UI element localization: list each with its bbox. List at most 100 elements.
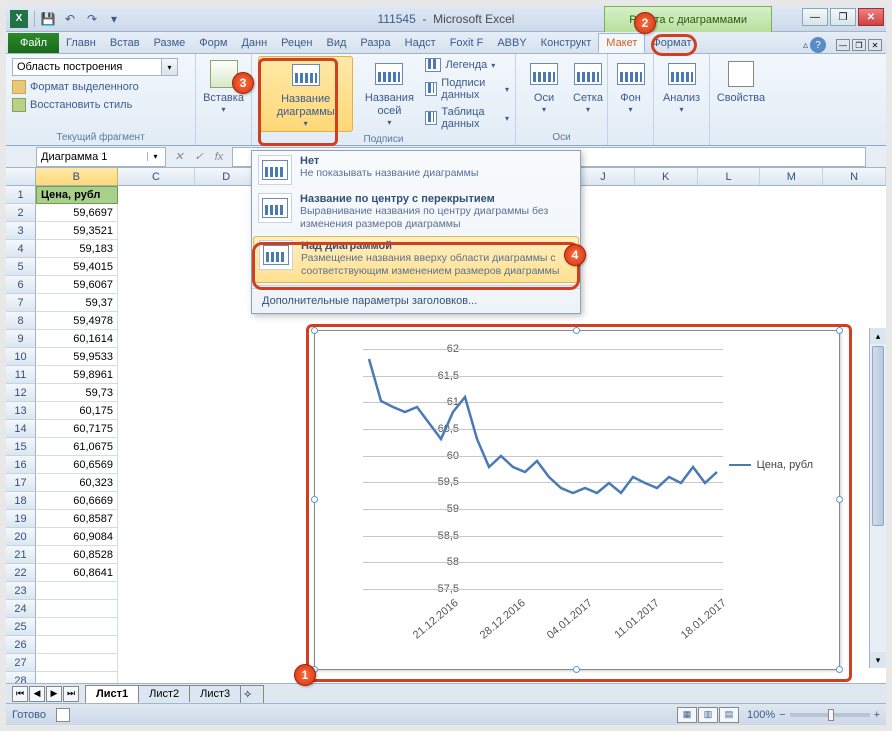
scroll-down-arrow-icon[interactable]: ▾ — [870, 652, 886, 668]
zoom-slider-thumb[interactable] — [828, 709, 834, 721]
cell[interactable]: 59,4015 — [36, 258, 118, 276]
col-header-K[interactable]: K — [635, 168, 698, 185]
cell[interactable] — [36, 600, 118, 618]
row-header[interactable]: 21 — [6, 546, 36, 564]
chart-element-input[interactable] — [12, 58, 162, 76]
row-header[interactable]: 13 — [6, 402, 36, 420]
row-header[interactable]: 24 — [6, 600, 36, 618]
name-box[interactable]: ▾ — [36, 147, 166, 167]
analysis-button[interactable]: Анализ ▾ — [660, 56, 703, 117]
tab-chart-design[interactable]: Конструкт — [534, 33, 599, 53]
chart-element-dropdown-icon[interactable]: ▾ — [162, 58, 178, 76]
zoom-in-button[interactable]: + — [874, 709, 880, 721]
undo-icon[interactable]: ↶ — [61, 10, 79, 28]
row-header[interactable]: 26 — [6, 636, 36, 654]
resize-handle[interactable] — [311, 327, 318, 334]
resize-handle[interactable] — [836, 327, 843, 334]
vertical-scrollbar[interactable]: ▴ ▾ — [869, 328, 886, 668]
wb-close-button[interactable]: ✕ — [868, 39, 882, 51]
sheet-tab-1[interactable]: Лист1 — [85, 685, 139, 704]
enter-formula-icon[interactable]: ✓ — [190, 148, 208, 166]
tab-formulas[interactable]: Форм — [192, 33, 234, 53]
row-header[interactable]: 19 — [6, 510, 36, 528]
dropdown-item-none[interactable]: Нет Не показывать название диаграммы — [252, 151, 580, 189]
new-sheet-button[interactable]: ✧ — [240, 685, 264, 703]
resize-handle[interactable] — [836, 666, 843, 673]
cell[interactable] — [36, 654, 118, 672]
cell[interactable] — [36, 636, 118, 654]
axis-titles-button[interactable]: Названия осей ▾ — [355, 56, 423, 132]
row-header[interactable]: 12 — [6, 384, 36, 402]
minimize-button[interactable]: — — [802, 8, 828, 26]
row-header[interactable]: 11 — [6, 366, 36, 384]
cell[interactable]: 59,6067 — [36, 276, 118, 294]
sheet-nav-prev-icon[interactable]: ◀ — [29, 686, 45, 702]
row-header[interactable]: 17 — [6, 474, 36, 492]
reset-style-button[interactable]: Восстановить стиль — [12, 98, 189, 112]
row-header[interactable]: 3 — [6, 222, 36, 240]
cell[interactable]: 59,37 — [36, 294, 118, 312]
close-button[interactable]: ✕ — [858, 8, 884, 26]
row-header[interactable]: 8 — [6, 312, 36, 330]
embedded-chart[interactable]: 6261,56160,56059,55958,55857,5 21.12.201… — [314, 330, 840, 670]
cell[interactable]: Цена, рубл — [36, 186, 118, 204]
cell[interactable]: 60,8641 — [36, 564, 118, 582]
sheet-tab-2[interactable]: Лист2 — [138, 685, 190, 702]
cell[interactable]: 61,0675 — [36, 438, 118, 456]
background-button[interactable]: Фон ▾ — [614, 56, 647, 117]
sheet-nav-next-icon[interactable]: ▶ — [46, 686, 62, 702]
macro-record-icon[interactable] — [56, 708, 70, 722]
tab-addins[interactable]: Надст — [398, 33, 443, 53]
col-header-D[interactable]: D — [195, 168, 258, 185]
cancel-formula-icon[interactable]: ✕ — [170, 148, 188, 166]
row-header[interactable]: 15 — [6, 438, 36, 456]
row-header[interactable]: 25 — [6, 618, 36, 636]
row-header[interactable]: 4 — [6, 240, 36, 258]
name-box-dropdown-icon[interactable]: ▾ — [147, 152, 163, 161]
resize-handle[interactable] — [836, 496, 843, 503]
col-header-J[interactable]: J — [572, 168, 635, 185]
dropdown-item-centered[interactable]: Название по центру с перекрытием Выравни… — [252, 189, 580, 235]
cell[interactable]: 60,175 — [36, 402, 118, 420]
cell[interactable]: 59,73 — [36, 384, 118, 402]
wb-minimize-button[interactable]: — — [836, 39, 850, 51]
dropdown-more-options[interactable]: Дополнительные параметры заголовков... — [252, 288, 580, 313]
scroll-up-arrow-icon[interactable]: ▴ — [870, 328, 886, 344]
axes-button[interactable]: Оси ▾ — [522, 56, 566, 117]
row-header[interactable]: 23 — [6, 582, 36, 600]
tab-insert[interactable]: Встав — [103, 33, 147, 53]
maximize-button[interactable]: ❐ — [830, 8, 856, 26]
cell[interactable]: 60,8587 — [36, 510, 118, 528]
cell[interactable]: 60,7175 — [36, 420, 118, 438]
qat-customize-icon[interactable]: ▾ — [105, 10, 123, 28]
row-header[interactable]: 1 — [6, 186, 36, 204]
row-header[interactable]: 14 — [6, 420, 36, 438]
view-pagebreak-icon[interactable]: ▤ — [719, 707, 739, 723]
data-labels-button[interactable]: Подписи данных ▾ — [425, 77, 509, 101]
tab-chart-format[interactable]: Формат — [645, 33, 698, 53]
name-box-input[interactable] — [37, 151, 147, 163]
sheet-nav-last-icon[interactable]: ⏭ — [63, 686, 79, 702]
cell[interactable]: 59,4978 — [36, 312, 118, 330]
gridlines-button[interactable]: Сетка ▾ — [566, 56, 610, 117]
chart-title-button[interactable]: Название диаграммы ▾ — [258, 56, 353, 132]
cell[interactable] — [36, 582, 118, 600]
save-icon[interactable]: 💾 — [39, 10, 57, 28]
cell[interactable]: 59,8961 — [36, 366, 118, 384]
plot-area[interactable] — [363, 349, 723, 589]
chart-element-selector[interactable]: ▾ — [12, 58, 189, 76]
cell[interactable] — [36, 618, 118, 636]
tab-pagelayout[interactable]: Разме — [147, 33, 193, 53]
cell[interactable]: 59,3521 — [36, 222, 118, 240]
cell[interactable]: 60,6569 — [36, 456, 118, 474]
resize-handle[interactable] — [311, 496, 318, 503]
help-icon[interactable]: ? — [810, 37, 826, 53]
col-header-L[interactable]: L — [698, 168, 761, 185]
resize-handle[interactable] — [573, 327, 580, 334]
zoom-slider[interactable] — [790, 713, 870, 717]
ribbon-minimize-icon[interactable]: ▵ — [803, 40, 808, 51]
col-header-N[interactable]: N — [823, 168, 886, 185]
row-header[interactable]: 10 — [6, 348, 36, 366]
row-header[interactable]: 18 — [6, 492, 36, 510]
chart-area[interactable]: 6261,56160,56059,55958,55857,5 21.12.201… — [327, 339, 827, 657]
